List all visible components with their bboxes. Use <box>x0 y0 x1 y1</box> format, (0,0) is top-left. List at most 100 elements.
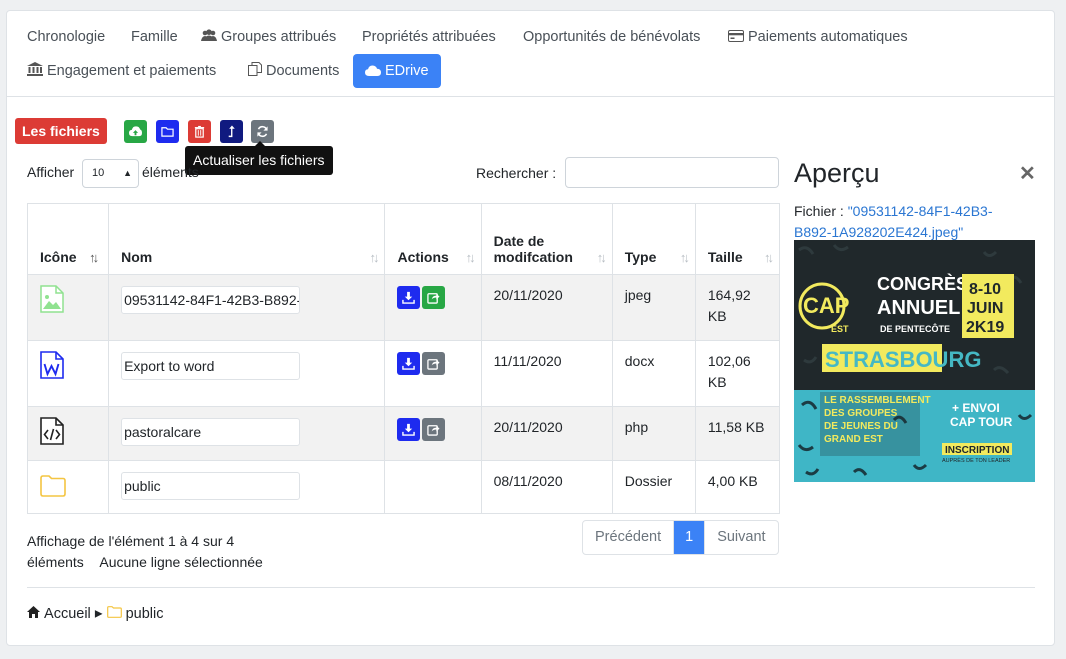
download-icon <box>402 423 416 436</box>
svg-text:JUIN: JUIN <box>967 300 1003 317</box>
type-cell: jpeg <box>611 274 696 341</box>
files-badge: Les fichiers <box>15 118 107 144</box>
pagination: Précédent 1 Suivant <box>582 520 779 555</box>
col-header-actions[interactable]: Actions ↑↓ <box>384 203 482 275</box>
size-cell: 164,92 KB <box>694 274 781 341</box>
download-button[interactable] <box>397 352 421 375</box>
col-header-date[interactable]: Date de modifcation ↑↓ <box>480 203 613 275</box>
tab-bar: Chronologie Famille Groupes attribués Pr… <box>7 11 1054 97</box>
table-row[interactable]: Export to word 11/11/2020 docx 102,06 KB <box>26 340 781 407</box>
svg-text:STRASBOURG: STRASBOURG <box>825 347 981 372</box>
download-button[interactable] <box>397 286 421 309</box>
home-icon <box>27 606 40 622</box>
size-cell: 102,06 KB <box>694 340 781 407</box>
sort-icon: ↑↓ <box>465 250 476 265</box>
word-file-icon <box>40 351 64 382</box>
tab-famille[interactable]: Famille <box>119 20 190 54</box>
sort-icon: ↑↓ <box>764 250 774 265</box>
share-icon <box>427 425 440 436</box>
breadcrumb: Accueil ▶ public <box>27 606 163 622</box>
file-name-input[interactable]: public <box>121 472 301 500</box>
date-cell: 11/11/2020 <box>480 340 613 407</box>
date-cell: 08/11/2020 <box>480 460 613 514</box>
svg-text:DE PENTECÔTE: DE PENTECÔTE <box>880 323 950 334</box>
folder-icon <box>40 475 66 500</box>
preview-file-info: Fichier : "09531142-84F1-42B3-B892-1A928… <box>794 203 993 240</box>
page-length-select[interactable]: 10 ▲ <box>82 159 139 188</box>
show-label: Afficher <box>27 164 75 180</box>
share-button[interactable] <box>422 418 446 441</box>
svg-text:INSCRIPTION: INSCRIPTION <box>945 445 1009 456</box>
users-icon <box>201 21 217 55</box>
svg-text:8-10: 8-10 <box>969 281 1001 298</box>
previous-page-button[interactable]: Précédent <box>583 521 675 554</box>
event-poster: CAP EST CONGRÈS ANNUEL DE PENTECÔTE 8-10… <box>794 240 1035 482</box>
svg-text:DES GROUPES: DES GROUPES <box>824 408 898 419</box>
table-row[interactable]: public 08/11/2020 Dossier 4,00 KB <box>26 460 781 514</box>
credit-card-icon <box>728 21 744 55</box>
svg-text:AUPRÈS DE TON LEADER: AUPRÈS DE TON LEADER <box>942 457 1010 464</box>
cloud-upload-icon <box>129 126 142 137</box>
sort-asc-icon: ↑↓ <box>89 250 99 265</box>
svg-text:ANNUEL: ANNUEL <box>877 297 960 319</box>
size-cell: 4,00 KB <box>694 460 781 514</box>
upload-button[interactable] <box>124 120 147 143</box>
svg-text:CAP: CAP <box>803 293 849 318</box>
share-button[interactable] <box>422 352 446 375</box>
level-up-icon <box>228 125 235 138</box>
refresh-button[interactable] <box>251 120 274 143</box>
file-name-input[interactable]: Export to word <box>121 352 301 380</box>
bank-icon <box>27 55 43 89</box>
tab-proprietes-attribuees[interactable]: Propriétés attribuées <box>350 20 508 54</box>
page-1-button[interactable]: 1 <box>674 521 705 554</box>
col-header-type[interactable]: Type ↑↓ <box>611 203 696 275</box>
svg-text:+ ENVOI: + ENVOI <box>952 401 1000 415</box>
search-input[interactable] <box>565 157 779 188</box>
col-header-taille[interactable]: Taille ↑↓ <box>694 203 781 275</box>
preview-image: CAP EST CONGRÈS ANNUEL DE PENTECÔTE 8-10… <box>794 240 1035 482</box>
files-table: Icône ↑↓ Nom ↑↓ Actions ↑↓ Date de modifcat… <box>26 203 781 514</box>
refresh-tooltip: Actualiser les fichiers <box>185 141 333 175</box>
svg-text:CONGRÈS: CONGRÈS <box>877 273 968 294</box>
svg-text:DE JEUNES DU: DE JEUNES DU <box>824 421 898 432</box>
sort-icon: ↑↓ <box>679 250 690 265</box>
new-folder-button[interactable] <box>156 120 179 143</box>
download-icon <box>402 291 416 304</box>
trash-icon <box>194 125 205 138</box>
image-file-icon <box>40 285 64 316</box>
table-row[interactable]: pastoralcare 20/11/2020 php 11,58 KB <box>26 406 781 461</box>
tab-opportunites-benevolats[interactable]: Opportunités de bénévolats <box>511 20 712 54</box>
cloud-icon <box>365 55 381 89</box>
download-button[interactable] <box>397 418 421 441</box>
col-header-nom[interactable]: Nom ↑↓ <box>108 203 386 275</box>
share-button[interactable] <box>422 286 446 309</box>
tab-engagement-paiements[interactable]: Engagement et paiements <box>15 54 228 88</box>
refresh-icon <box>257 125 268 138</box>
breadcrumb-folder[interactable]: public <box>126 606 164 622</box>
tab-chronologie[interactable]: Chronologie <box>15 20 117 54</box>
delete-button[interactable] <box>188 120 211 143</box>
up-level-button[interactable] <box>220 120 243 143</box>
folder-icon <box>106 606 122 622</box>
tab-groupes-attribues[interactable]: Groupes attribués <box>189 20 348 54</box>
preview-title: Aperçu <box>794 158 880 188</box>
elements-label: éléments <box>142 164 199 180</box>
tab-paiements-automatiques[interactable]: Paiements automatiques <box>716 20 920 54</box>
close-icon[interactable]: ✕ <box>1019 161 1036 186</box>
folder-icon <box>161 127 174 137</box>
type-cell: php <box>611 406 696 461</box>
divider <box>27 587 1035 588</box>
tab-edrive[interactable]: EDrive <box>353 54 441 88</box>
table-row[interactable]: 09531142-84F1-42B3-B892-1A928202E424.jpe… <box>26 274 781 341</box>
file-name-input[interactable]: pastoralcare <box>121 418 301 446</box>
breadcrumb-home[interactable]: Accueil <box>44 606 91 622</box>
download-icon <box>402 357 416 370</box>
tab-documents[interactable]: Documents <box>236 54 351 88</box>
svg-text:CAP TOUR: CAP TOUR <box>950 415 1013 429</box>
file-name-input[interactable]: 09531142-84F1-42B3-B892-1A928202E424.jpe… <box>121 286 301 314</box>
code-file-icon <box>40 417 64 448</box>
type-cell: Dossier <box>611 460 696 514</box>
col-header-icone[interactable]: Icône ↑↓ <box>26 203 110 275</box>
next-page-button[interactable]: Suivant <box>704 521 777 554</box>
search-label: Rechercher : <box>476 165 557 181</box>
